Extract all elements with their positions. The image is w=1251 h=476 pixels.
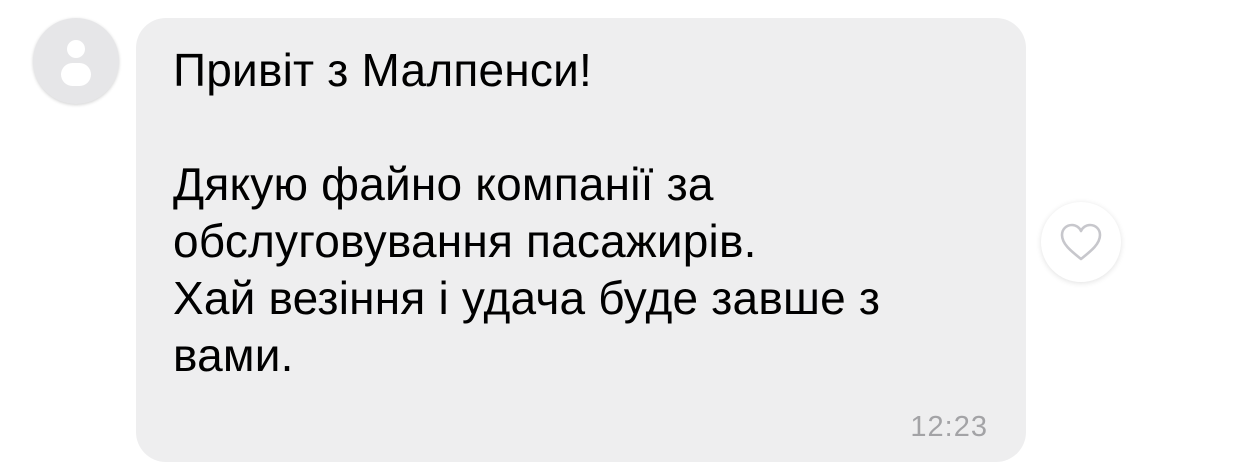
message-bubble[interactable]: Привіт з Малпенси! Дякую файно компанії … [136, 18, 1026, 462]
message-text: Привіт з Малпенси! Дякую файно компанії … [173, 44, 881, 381]
sender-avatar[interactable] [33, 18, 119, 104]
user-silhouette-icon [61, 40, 91, 86]
message-timestamp: 12:23 [910, 411, 988, 443]
like-reaction-button[interactable] [1041, 202, 1121, 282]
heart-outline-icon [1060, 223, 1102, 261]
